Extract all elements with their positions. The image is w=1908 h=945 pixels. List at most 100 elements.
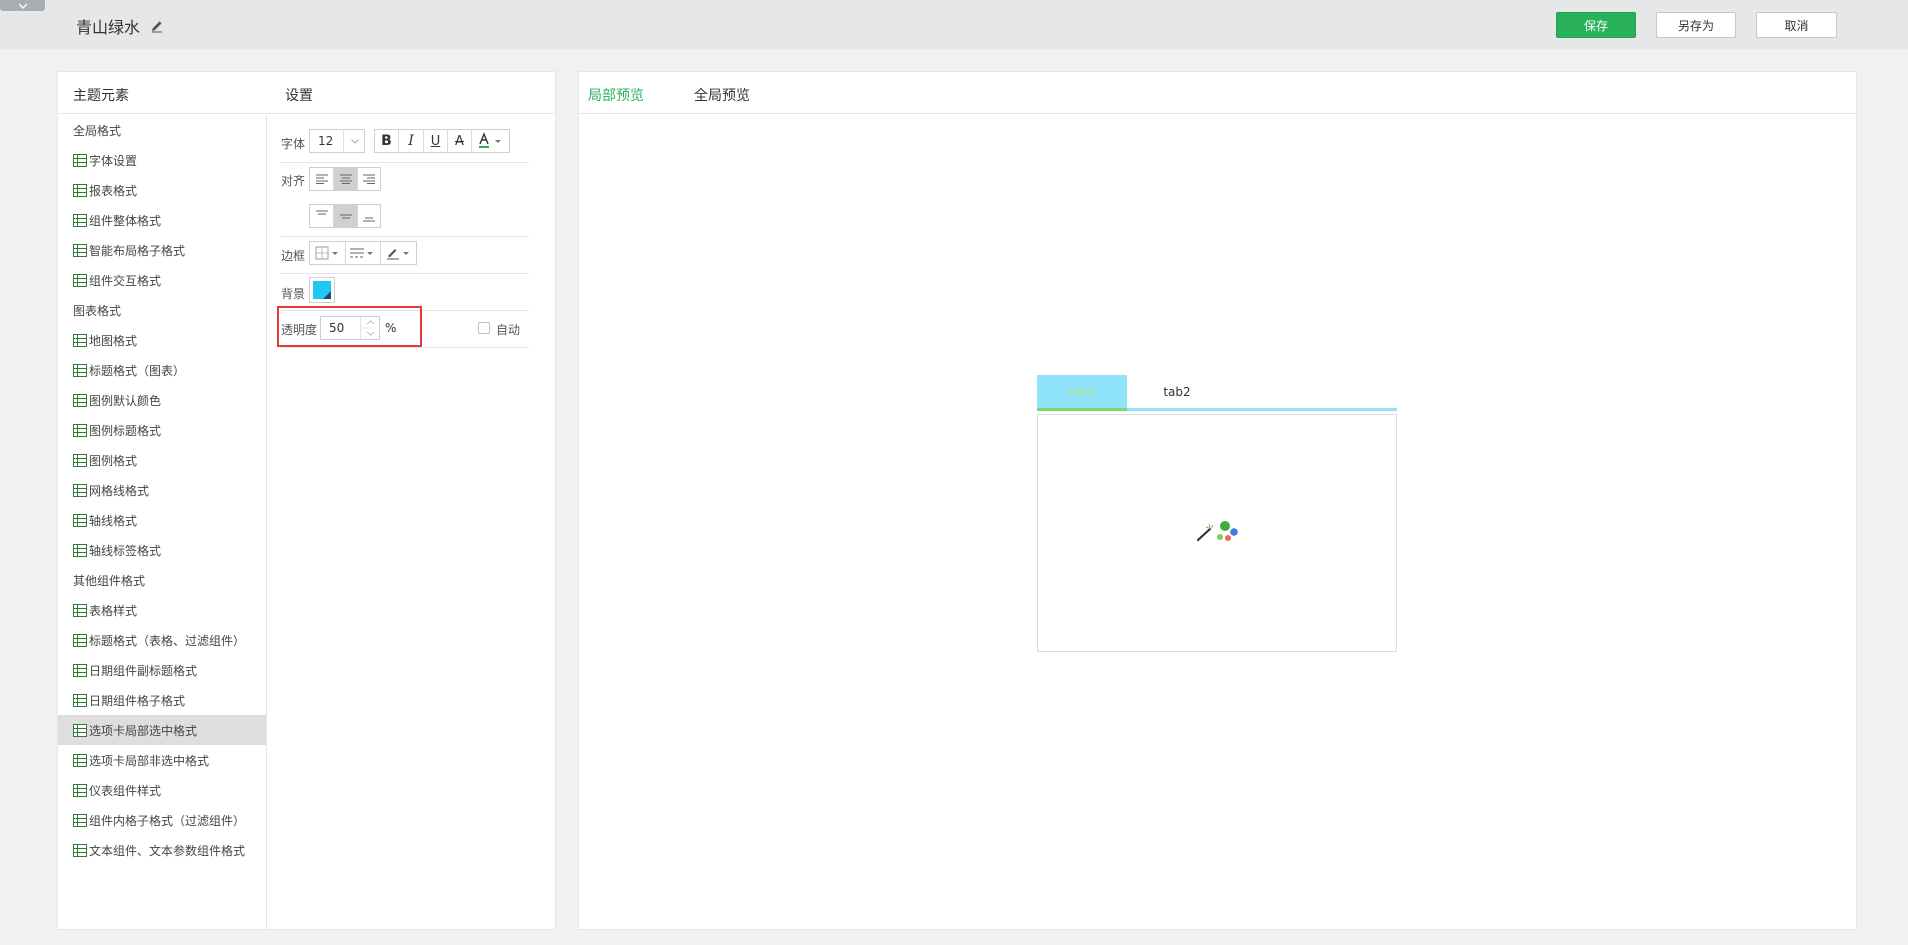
collapse-toggle[interactable]	[0, 0, 45, 11]
align-middle-icon	[339, 214, 352, 219]
align-center-button[interactable]	[334, 168, 358, 190]
table-icon	[73, 483, 87, 497]
tree-item[interactable]: 图例格式	[58, 445, 266, 475]
font-size-select[interactable]: 12	[309, 129, 365, 153]
table-icon	[73, 273, 87, 287]
tree-item-label: 组件整体格式	[89, 213, 162, 228]
tree-item[interactable]: 日期组件格子格式	[58, 685, 266, 715]
chevron-down-icon	[343, 130, 365, 152]
tree-item[interactable]: 智能布局格子格式	[58, 235, 266, 265]
font-size-value: 12	[318, 134, 334, 148]
sample-tab-1[interactable]: tab1	[1037, 375, 1127, 411]
border-color-button[interactable]	[381, 242, 416, 264]
divider	[281, 273, 529, 274]
magic-wand-icon	[1196, 521, 1238, 542]
sample-tab-bar: tab1 tab2	[1037, 375, 1397, 411]
tree-item-label: 字体设置	[89, 153, 138, 168]
tree-item[interactable]: 选项卡局部非选中格式	[58, 745, 266, 775]
text-color-button[interactable]	[472, 130, 509, 152]
tree-item-label: 文本组件、文本参数组件格式	[89, 843, 246, 858]
table-icon	[73, 543, 87, 557]
save-as-button[interactable]: 另存为	[1656, 12, 1736, 38]
tree-item[interactable]: 日期组件副标题格式	[58, 655, 266, 685]
theme-elements-title: 主题元素	[73, 88, 129, 104]
tree-item[interactable]: 组件交互格式	[58, 265, 266, 295]
tree-item[interactable]: 表格样式	[58, 595, 266, 625]
tree-item[interactable]: 网格线格式	[58, 475, 266, 505]
align-left-icon	[315, 174, 328, 184]
tree-item-label: 报表格式	[89, 183, 138, 198]
table-icon	[73, 663, 87, 677]
tree-item-label: 网格线格式	[89, 483, 150, 498]
align-bottom-button[interactable]	[358, 205, 380, 227]
tree-item[interactable]: 图例默认颜色	[58, 385, 266, 415]
align-right-button[interactable]	[358, 168, 380, 190]
tab-local-preview[interactable]: 局部预览	[588, 85, 644, 105]
italic-icon: I	[408, 133, 414, 149]
left-panel-header: 主题元素 设置	[58, 72, 555, 114]
tree-item[interactable]: 仪表组件样式	[58, 775, 266, 805]
tree-item[interactable]: 地图格式	[58, 325, 266, 355]
background-color-picker[interactable]	[309, 277, 335, 303]
top-bar: 青山绿水 保存 另存为 取消	[0, 0, 1908, 49]
strikethrough-button[interactable]: A	[448, 130, 472, 152]
table-icon	[73, 183, 87, 197]
tree-item[interactable]: 字体设置	[58, 145, 266, 175]
tree-item[interactable]: 组件整体格式	[58, 205, 266, 235]
save-button[interactable]: 保存	[1556, 12, 1636, 38]
align-middle-button[interactable]	[334, 205, 358, 227]
divider	[281, 347, 529, 348]
tree-group-header[interactable]: 图表格式	[58, 295, 266, 325]
sample-tab-content	[1037, 414, 1397, 652]
tree-item[interactable]: 轴线格式	[58, 505, 266, 535]
sample-tab-2[interactable]: tab2	[1127, 375, 1227, 408]
tree-item-label: 组件交互格式	[89, 273, 162, 288]
align-center-icon	[339, 174, 352, 184]
italic-button[interactable]: I	[399, 130, 424, 152]
align-top-button[interactable]	[310, 205, 334, 227]
tree-item-label: 轴线标签格式	[89, 543, 162, 558]
table-icon	[73, 243, 87, 257]
align-bottom-icon	[363, 217, 375, 222]
tree-group-header[interactable]: 其他组件格式	[58, 565, 266, 595]
text-color-icon	[478, 132, 501, 148]
border-style-button[interactable]	[346, 242, 381, 264]
tree-item[interactable]: 标题格式（图表）	[58, 355, 266, 385]
tree-item[interactable]: 轴线标签格式	[58, 535, 266, 565]
border-grid-icon	[315, 246, 338, 260]
edit-pencil-icon[interactable]	[150, 19, 164, 33]
cancel-button[interactable]: 取消	[1756, 12, 1837, 38]
tree-group-header[interactable]: 全局格式	[58, 115, 266, 145]
border-label: 边框	[281, 249, 306, 263]
underline-button[interactable]: U	[424, 130, 448, 152]
preview-header: 局部预览 全局预览	[579, 72, 1856, 114]
theme-element-tree: 全局格式字体设置报表格式组件整体格式智能布局格子格式组件交互格式图表格式 地图格式…	[58, 115, 267, 929]
auto-checkbox[interactable]	[478, 322, 490, 334]
border-grid-button[interactable]	[310, 242, 346, 264]
theme-editor-panel: 主题元素 设置 全局格式字体设置报表格式组件整体格式智能布局格子格式组件交互格式…	[57, 71, 556, 930]
preview-panel: 局部预览 全局预览 tab1 tab2	[578, 71, 1857, 930]
tree-item[interactable]: 选项卡局部选中格式	[58, 715, 266, 745]
bold-button[interactable]: B	[375, 130, 399, 152]
font-style-group: B I U A	[374, 129, 510, 153]
border-group	[309, 241, 417, 265]
align-left-button[interactable]	[310, 168, 334, 190]
tree-item-label: 标题格式（表格、过滤组件）	[89, 633, 246, 648]
tree-item-label: 图例格式	[89, 453, 138, 468]
table-icon	[73, 723, 87, 737]
table-icon	[73, 603, 87, 617]
tree-item-label: 图例标题格式	[89, 423, 162, 438]
tree-item[interactable]: 文本组件、文本参数组件格式	[58, 835, 266, 865]
tree-item[interactable]: 组件内格子格式（过滤组件）	[58, 805, 266, 835]
table-icon	[73, 843, 87, 857]
tab-component-preview: tab1 tab2	[1037, 375, 1397, 652]
table-icon	[73, 423, 87, 437]
align-right-icon	[363, 174, 375, 184]
tab-global-preview[interactable]: 全局预览	[694, 85, 750, 105]
auto-label: 自动	[496, 323, 521, 337]
tree-item[interactable]: 标题格式（表格、过滤组件）	[58, 625, 266, 655]
bold-icon: B	[381, 133, 392, 149]
tree-item[interactable]: 报表格式	[58, 175, 266, 205]
tree-item[interactable]: 图例标题格式	[58, 415, 266, 445]
divider	[281, 236, 529, 237]
